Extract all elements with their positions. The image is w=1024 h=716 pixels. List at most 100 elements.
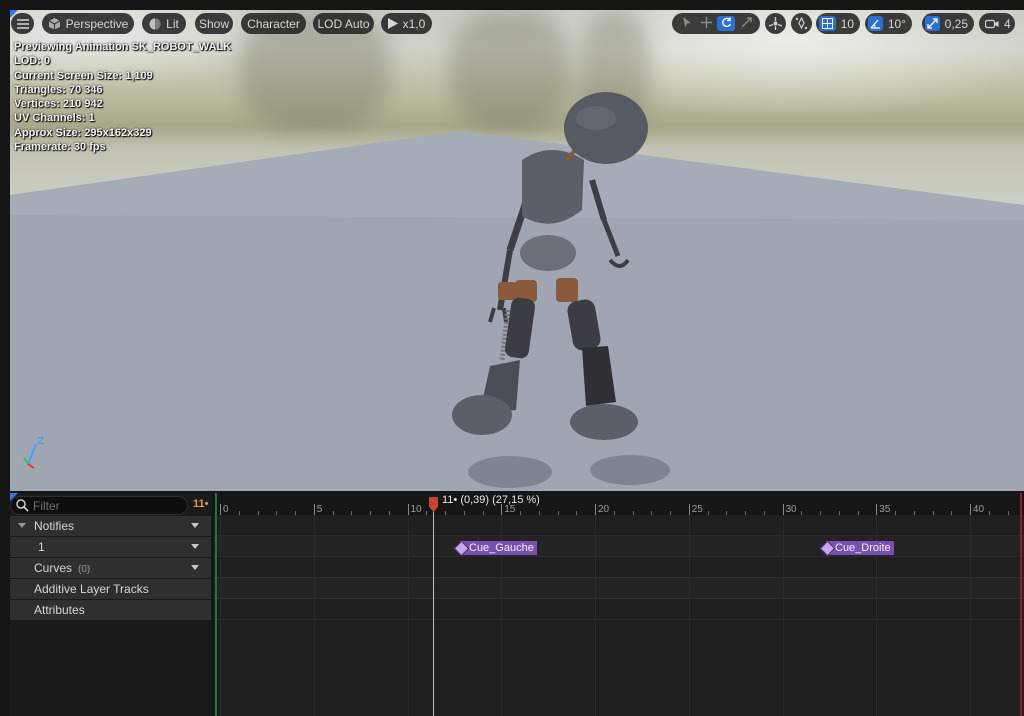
timeline-grid-line — [970, 515, 971, 716]
rotation-snap-value: 10° — [887, 16, 906, 31]
filter-box[interactable] — [10, 496, 188, 515]
stat-line: Framerate: 30 fps — [14, 141, 106, 154]
hamburger-menu-icon — [16, 18, 29, 29]
track-notify-1-label: 1 — [38, 540, 45, 554]
time-ruler[interactable]: 0 5 10 15 20 25 30 35 40 — [214, 493, 1024, 515]
rotate-tool-button[interactable] — [717, 16, 735, 31]
lod-button[interactable]: LOD Auto — [313, 13, 374, 34]
curves-text: Curves — [34, 561, 73, 575]
preview-viewport[interactable]: Z Previewing Animation SK_ROBOT_WALK LOD… — [10, 10, 1024, 491]
ruler-major-tick — [313, 504, 315, 515]
lit-sphere-icon — [149, 18, 161, 30]
translate-tool-button[interactable] — [697, 16, 715, 31]
coordinate-system-button[interactable] — [765, 13, 786, 34]
play-rate-button[interactable]: x1,0 — [381, 13, 432, 34]
camera-speed-value: 4 — [1004, 16, 1011, 31]
surface-snap-icon — [795, 17, 808, 30]
notify-cue-droite[interactable]: Cue_Droite — [826, 541, 894, 555]
scale-snap-button[interactable]: 0,25 — [922, 13, 974, 34]
track-additive-layers[interactable]: Additive Layer Tracks — [10, 579, 211, 599]
ruler-tick-label: 30 — [785, 504, 797, 515]
timeline-grid-line — [407, 515, 409, 716]
track-curves-label: Curves (0) — [34, 561, 90, 575]
character-button[interactable]: Character — [241, 13, 306, 34]
timeline-lane — [214, 536, 1024, 556]
ruler-major-tick — [970, 504, 971, 515]
ruler-tick-label: 10 — [410, 504, 422, 515]
ruler-tick-label: 25 — [691, 504, 703, 515]
ruler-major-tick — [782, 504, 784, 515]
curves-count: (0) — [78, 564, 91, 575]
camera-speed-button[interactable]: 4 — [979, 13, 1015, 34]
show-button[interactable]: Show — [195, 13, 233, 34]
axis-z-label: Z — [38, 436, 45, 447]
world-axes-icon — [769, 17, 782, 30]
timeline-lane — [214, 599, 1024, 619]
cursor-arrow-icon — [682, 15, 692, 33]
timeline-panel[interactable]: 0 5 10 15 20 25 30 35 40 Cue_Gauche Cue_Droite 1… — [214, 493, 1024, 716]
stat-line: Vertices: 210 942 — [14, 98, 103, 111]
lod-label: LOD Auto — [317, 16, 370, 31]
timeline-grid-line — [220, 515, 221, 716]
ruler-major-tick — [876, 504, 878, 515]
ruler-tick-label: 5 — [316, 504, 323, 515]
lit-label: Lit — [166, 16, 179, 31]
play-rate-label: x1,0 — [402, 16, 426, 31]
cube-icon — [48, 17, 61, 30]
ruler-major-tick — [595, 504, 596, 515]
start-marker[interactable] — [215, 493, 217, 716]
timeline-grid-line — [595, 515, 596, 716]
stat-line: UV Channels: 1 — [14, 112, 95, 125]
rotation-snap-button[interactable]: 10° — [865, 13, 912, 34]
ruler-tick-label: 20 — [598, 504, 610, 515]
playhead-label: 11• (0,39) (27,15 %) — [442, 494, 540, 506]
ruler-major-tick — [688, 504, 690, 515]
end-marker[interactable] — [1020, 493, 1022, 716]
track-notifies[interactable]: Notifies — [10, 516, 211, 536]
stat-line: Triangles: 70 346 — [14, 83, 103, 96]
timeline-lane — [214, 515, 1024, 535]
play-icon — [387, 18, 398, 29]
show-label: Show — [198, 16, 230, 31]
scale-snap-value: 0,25 — [944, 16, 968, 31]
grid-snap-button[interactable]: 10 — [816, 13, 860, 34]
timeline-lane — [214, 557, 1024, 577]
track-attributes[interactable]: Attributes — [10, 600, 211, 620]
viewport-menu-button[interactable] — [11, 13, 34, 34]
track-attributes-label: Attributes — [34, 603, 85, 617]
lit-button[interactable]: Lit — [142, 13, 186, 34]
track-curves[interactable]: Curves (0) — [10, 558, 211, 578]
notify-cue-gauche[interactable]: Cue_Gauche — [460, 541, 537, 555]
scale-snap-icon — [925, 16, 940, 31]
frame-count-badge: 11• — [193, 498, 209, 510]
transform-tools-group — [672, 13, 760, 34]
track-notifies-label: Notifies — [34, 519, 75, 533]
perspective-button[interactable]: Perspective — [42, 13, 134, 34]
chevron-down-icon[interactable] — [191, 565, 199, 570]
chevron-down-icon[interactable] — [191, 523, 199, 528]
playhead-line[interactable] — [433, 511, 434, 716]
ruler-major-tick — [220, 504, 221, 515]
anim-tracks-panel: 11• Notifies 1 Curves (0) Additive Layer … — [10, 493, 212, 716]
character-label: Character — [247, 16, 300, 31]
rotate-icon — [721, 15, 732, 33]
scale-icon — [741, 15, 752, 33]
select-tool-button[interactable] — [678, 16, 696, 31]
stat-line: Previewing Animation SK_ROBOT_WALK — [14, 41, 232, 53]
scale-tool-button[interactable] — [737, 16, 755, 31]
ruler-tick-label: 0 — [223, 504, 229, 515]
timeline-grid-line — [688, 515, 690, 716]
expand-arrow-icon[interactable] — [18, 523, 26, 528]
timeline-lane — [214, 578, 1024, 598]
filter-input[interactable] — [33, 497, 183, 514]
timeline-grid-line — [782, 515, 784, 716]
chevron-down-icon[interactable] — [191, 544, 199, 549]
track-additive-label: Additive Layer Tracks — [34, 582, 149, 596]
track-notify-1[interactable]: 1 — [10, 537, 211, 557]
timeline-grid-line — [313, 515, 315, 716]
surface-snap-button[interactable] — [791, 13, 812, 34]
search-icon — [16, 499, 29, 517]
stat-line: Approx Size: 295x162x329 — [14, 126, 152, 139]
ruler-tick-label: 35 — [879, 504, 891, 515]
move-arrows-icon — [700, 15, 712, 33]
